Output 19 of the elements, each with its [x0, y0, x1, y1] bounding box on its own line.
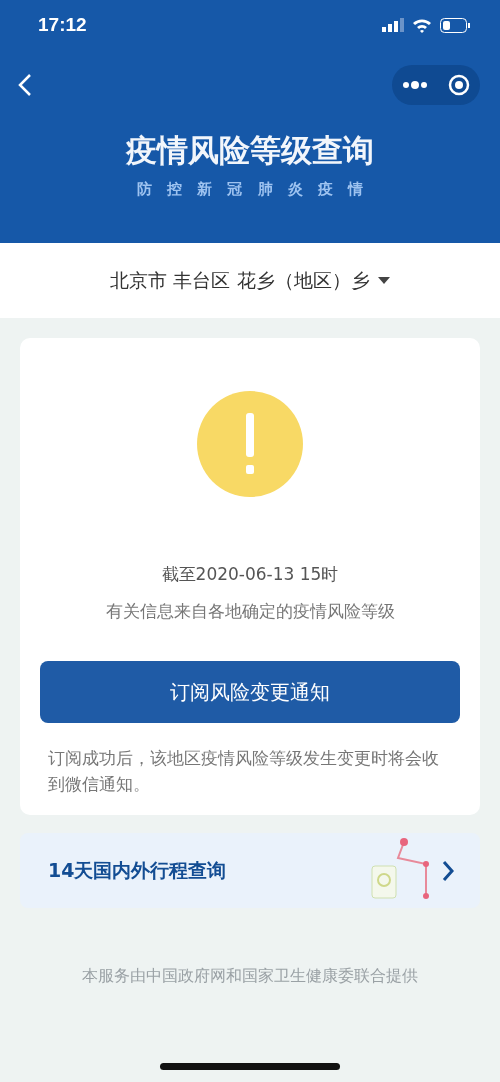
close-target-icon[interactable] — [447, 74, 470, 96]
footer-text: 本服务由中国政府网和国家卫生健康委联合提供 — [81, 966, 419, 987]
back-icon[interactable] — [18, 73, 32, 97]
dropdown-caret-icon[interactable] — [377, 276, 390, 285]
status-time: 17:12 — [38, 14, 87, 36]
signal-icon — [382, 18, 404, 32]
info-text: 有关信息来自各地确定的疫情风险等级 — [105, 600, 395, 623]
subscribe-note: 订阅成功后，该地区疫情风险等级发生变更时将会收到微信通知。 — [48, 747, 440, 796]
warning-icon — [197, 391, 303, 497]
trip-query-card[interactable]: 14天国内外行程查询 — [20, 833, 480, 908]
page-subtitle: 防 控 新 冠 肺 炎 疫 情 — [135, 180, 365, 199]
location-selector[interactable]: 北京市 丰台区 花乡（地区）乡 — [110, 267, 370, 294]
timestamp-text: 截至2020-06-13 15时 — [161, 563, 339, 586]
wifi-icon — [412, 17, 432, 33]
trip-query-title: 14天国内外行程查询 — [48, 857, 227, 883]
page-title: 疫情风险等级查询 — [125, 131, 375, 170]
more-icon[interactable] — [402, 81, 427, 89]
subscribe-button[interactable]: 订阅风险变更通知 — [40, 661, 460, 723]
battery-icon — [440, 17, 470, 33]
